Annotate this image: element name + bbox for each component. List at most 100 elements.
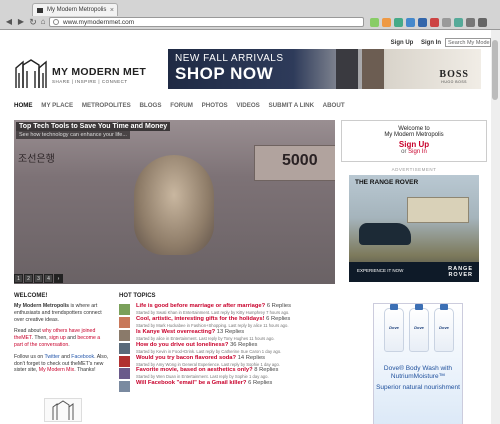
slide-page-2[interactable]: 2 [24,274,33,283]
signup-link[interactable]: Sign Up [391,40,414,46]
nav-my-place[interactable]: MY PLACE [41,102,73,109]
topic-thumbnail[interactable] [119,381,130,393]
scrollbar-thumb[interactable] [492,40,498,100]
nav-about[interactable]: ABOUT [323,102,345,109]
signup-inline-link[interactable]: sign up [49,335,66,341]
account-links: Sign Up Sign In [385,40,441,46]
twitter-link[interactable]: Twitter [44,354,59,360]
star-icon[interactable] [382,18,391,27]
globe-icon [53,19,59,25]
reload-icon[interactable]: ↻ [28,17,38,27]
extension-icon[interactable] [394,18,403,27]
topic-replies: 14 Replies [237,354,266,361]
advertisement-label: ADVERTISEMENT [391,167,437,172]
address-bar[interactable]: www.mymodernmet.com [49,17,364,27]
close-tab-icon[interactable]: × [110,4,114,16]
signin-link[interactable]: Sign In [421,40,441,46]
topic-replies: 13 Replies [216,328,245,335]
extension-icon[interactable] [430,18,439,27]
topic-title[interactable]: Favorite movie, based on aesthetics only… [136,367,253,373]
slide-page-3[interactable]: 3 [34,274,43,283]
topic-thumbnail[interactable] [119,342,130,354]
topic-meta: Started by alice in Entertainment. Last … [136,335,275,341]
dove-ad[interactable]: Dove Dove Dove Dove® Body Wash with Nutr… [373,303,463,424]
boss-banner-ad[interactable]: NEW FALL ARRIVALS SHOP NOW BOSS HUGO BOS… [168,49,481,89]
browser-chrome: My Modern Metropolis × ◀ ▶ ↻ ⌂ www.mymod… [0,0,500,30]
mini-logo[interactable] [44,398,82,422]
nav-blogs[interactable]: BLOGS [139,102,161,109]
slide-page-4[interactable]: 4 [44,274,53,283]
nav-photos[interactable]: PHOTOS [202,102,228,109]
topic-thumbnail[interactable] [119,355,130,367]
extension-icon[interactable] [442,18,451,27]
welcome-box-line2: My Modern Metropolis [384,132,444,138]
ad-brand: RANGE ROVER [448,266,473,278]
welcome-column: WELCOME! My Modern Metropolis is where a… [14,293,110,422]
home-icon[interactable]: ⌂ [38,17,48,27]
topic-item[interactable]: Cool, artistic, interesting gifts for th… [119,316,339,329]
topic-title[interactable]: Is Kanye West overreacting? [136,329,215,335]
topic-title[interactable]: Would you try bacon flavored soda? [136,355,236,361]
logo-buildings-icon [52,400,74,420]
or-text: or [401,149,407,155]
slide-page-1[interactable]: 1 [14,274,23,283]
my-modern-mix-link[interactable]: My Modern Mix [39,367,74,373]
address-text: www.mymodernmet.com [63,19,135,26]
browser-tab[interactable]: My Modern Metropolis × [32,3,118,16]
nav-metropolites[interactable]: METROPOLITES [82,102,131,109]
topic-title[interactable]: Life is good before marriage or after ma… [136,303,265,309]
range-rover-ad[interactable]: THE RANGE ROVER EXPERIENCE IT NOW RANGE R… [349,175,479,282]
topic-item[interactable]: Is Kanye West overreacting? 13 Replies St… [119,329,339,342]
topic-title[interactable]: Cool, artistic, interesting gifts for th… [136,316,265,322]
topic-item[interactable]: Life is good before marriage or after ma… [119,303,339,316]
mansion-image [407,197,469,223]
facebook-link[interactable]: Facebook [71,354,94,360]
ad-cta[interactable]: EXPERIENCE IT NOW [357,268,403,273]
nav-videos[interactable]: VIDEOS [236,102,259,109]
logo-buildings-icon [15,59,47,88]
hot-topics: HOT TOPICS Life is good before marriage … [119,293,339,393]
topic-replies: 36 Replies [230,341,258,348]
extension-icon[interactable] [406,18,415,27]
topic-thumbnail[interactable] [119,329,130,341]
scrollbar[interactable] [490,30,500,424]
topic-meta: Started by Kevin in Food+Drink. Last rep… [136,348,282,354]
welcome-heading: WELCOME! [14,293,48,299]
hero-subtitle: See how technology can enhance your life… [16,131,130,139]
forward-icon[interactable]: ▶ [16,17,26,27]
topic-meta: Started by Wen Duan in Entertainment. La… [136,374,269,380]
page-menu-icon[interactable] [466,18,475,27]
nav-home[interactable]: HOME [14,102,33,109]
topic-title[interactable]: How do you drive out loneliness? [136,342,228,348]
back-icon[interactable]: ◀ [4,17,14,27]
nav-submit-link[interactable]: SUBMIT A LINK [269,102,315,109]
extension-icon[interactable] [370,18,379,27]
topic-replies: 6 Replies [266,315,291,322]
site-logo[interactable]: MY MODERN MET SHARE | INSPIRE | CONNECT [14,59,150,89]
banner-line1: NEW FALL ARRIVALS [175,53,284,64]
welcome-signup-button[interactable]: Sign Up [342,140,486,149]
topic-item[interactable]: How do you drive out loneliness? 36 Repl… [119,342,339,355]
topic-item[interactable]: Will Facebook "email" be a Gmail killer?… [119,380,339,393]
ad-footer: EXPERIENCE IT NOW RANGE ROVER [349,262,479,282]
topic-item[interactable]: Would you try bacon flavored soda? 14 Re… [119,355,339,368]
topic-title[interactable]: Will Facebook "email" be a Gmail killer? [136,380,246,386]
banner-brand-sub: HUGO BOSS [441,80,467,84]
topic-thumbnail[interactable] [119,316,130,328]
logo-tagline: SHARE | INSPIRE | CONNECT [52,79,128,84]
nav-forum[interactable]: FORUM [170,102,193,109]
slide-next-button[interactable]: › [54,274,63,283]
topic-thumbnail[interactable] [119,304,130,315]
extension-icon[interactable] [454,18,463,27]
search-input[interactable]: Search My Modern [445,38,491,47]
welcome-signin-link[interactable]: Sign In [408,149,427,155]
hero-title[interactable]: Top Tech Tools to Save You Time and Mone… [16,122,171,131]
wrench-icon[interactable] [478,18,487,27]
ad-title: THE RANGE ROVER [355,179,419,186]
topic-replies: 6 Replies [266,303,291,309]
hero-slideshow[interactable]: 조선은행 5000 Top Tech Tools to Save You Tim… [14,120,335,284]
facebook-icon[interactable] [418,18,427,27]
model-image [362,49,384,89]
topic-thumbnail[interactable] [119,368,130,380]
topic-item[interactable]: Favorite movie, based on aesthetics only… [119,367,339,380]
